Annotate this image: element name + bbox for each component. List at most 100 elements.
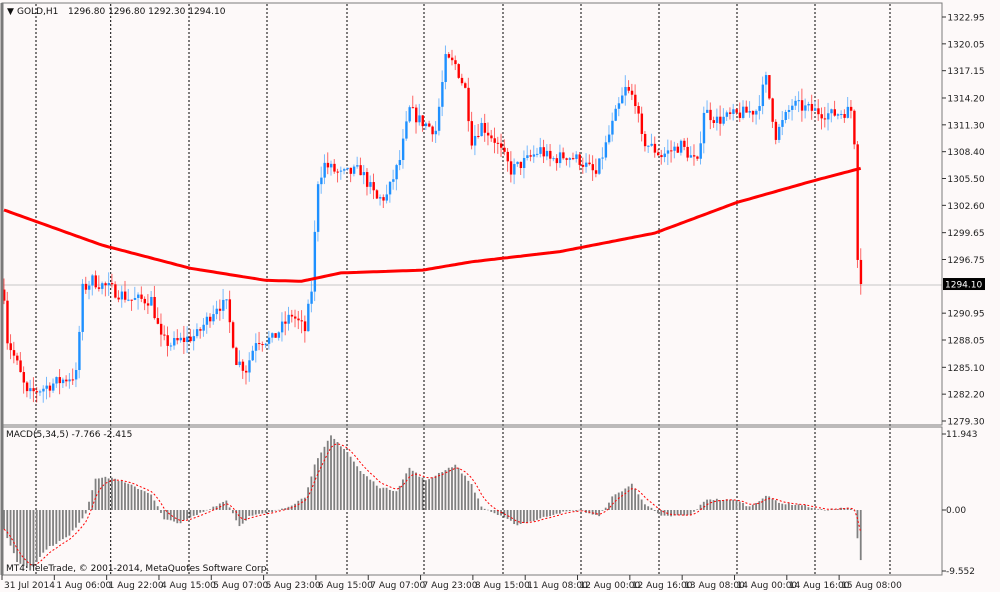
macd-bar [153,500,156,510]
macd-bar [369,479,372,510]
macd-bar [778,502,780,510]
bull-candle [313,220,317,302]
macd-bar [568,510,571,512]
macd-bar [88,501,90,510]
macd-bar [143,491,146,510]
macd-bar [545,510,548,517]
macd-bar [120,480,123,510]
macd-bar [359,471,362,510]
macd-bar [804,504,807,510]
bull-candle [598,158,601,176]
price-tick-label: 1296.75 [947,256,984,266]
macd-bar [320,452,323,510]
macd-bar [797,504,800,510]
macd-bar [451,467,453,510]
time-tick-label: 5 Aug 23:00 [266,581,321,591]
copyright-text: MT4: TeleTrade, © 2001-2014, MetaQuotes … [6,564,269,574]
macd-bar [454,464,457,510]
macd-bar [614,494,617,510]
macd-bar [509,510,512,521]
macd-bar [307,487,310,510]
macd-bar [490,510,493,512]
macd-bar [6,510,9,539]
macd-bar [732,499,735,510]
macd-bar [650,507,653,510]
macd-tick-label: 11.943 [946,430,978,440]
macd-bar [356,466,359,510]
macd-bar [281,508,283,510]
macd-bar [814,507,816,510]
price-tick-label: 1285.10 [947,364,984,374]
macd-bar [68,510,71,536]
macd-bar [310,476,313,510]
macd-bar [856,510,859,539]
macd-bar [817,509,820,510]
macd-bar [146,492,149,510]
bear-candle [274,333,277,338]
macd-bar [536,510,538,520]
bear-candle [235,346,238,366]
macd-bar [336,442,339,510]
macd-bar [19,510,22,564]
macd-bar [578,509,581,511]
macd-bar [271,510,274,513]
macd-bar [460,473,463,510]
macd-bar [758,501,761,510]
bull-candle [81,279,84,341]
macd-bar [9,510,12,546]
macd-bar [160,510,162,513]
macd-bar [225,500,228,510]
macd-bar [182,510,185,521]
current-price-label: 1294.10 [945,281,982,291]
macd-bar [114,478,117,510]
bull-candle [408,105,411,123]
bear-candle [231,320,235,349]
macd-bar [513,510,516,525]
macd-bar [52,510,54,546]
macd-bar [261,510,264,514]
macd-bar [418,476,421,510]
macd-bar [434,475,437,510]
macd-bar [689,510,692,515]
macd-bar [366,476,368,510]
macd-bar [627,486,630,510]
price-tick-label: 1314.20 [947,94,984,104]
macd-bar [630,483,633,510]
macd-bar [232,510,234,514]
macd-tick-label: 0.00 [946,506,966,516]
macd-bar [192,510,195,516]
macd-bar [748,506,751,510]
macd-bar [810,507,813,510]
macd-bar [657,510,659,514]
macd-bar [552,510,555,515]
symbol-label: GOLD,H1 [17,7,58,17]
macd-bar [392,490,395,510]
macd-bar [715,498,718,510]
macd-bar [686,510,689,516]
macd-bar [156,506,159,510]
macd-bar [75,510,77,528]
macd-bar [55,510,58,544]
macd-bar [372,481,375,510]
macd-bar [137,488,139,510]
macd-bar [117,481,120,510]
macd-bar [398,485,401,510]
macd-bar [424,480,427,510]
macd-bar [326,440,329,510]
macd-bar [388,489,391,510]
macd-bar [58,510,61,541]
macd-bar [722,500,725,510]
macd-bar [94,478,97,510]
chart-canvas[interactable]: 1322.95 1320.05 1317.15 1314.20 1311.30 1308.… [0,0,1000,592]
macd-bar [133,486,136,510]
macd-bar [395,491,398,510]
price-tick-label: 1308.40 [947,148,984,158]
macd-bar [709,499,712,510]
price-tick-label: 1317.15 [947,67,984,77]
macd-bar [421,477,424,510]
macd-bar [549,510,551,517]
time-tick-label: 15 Aug 08:00 [841,581,902,591]
triangle-down-icon[interactable]: ▼ [7,7,14,17]
price-tick-label: 1279.30 [947,418,984,428]
macd-bar [559,510,561,514]
